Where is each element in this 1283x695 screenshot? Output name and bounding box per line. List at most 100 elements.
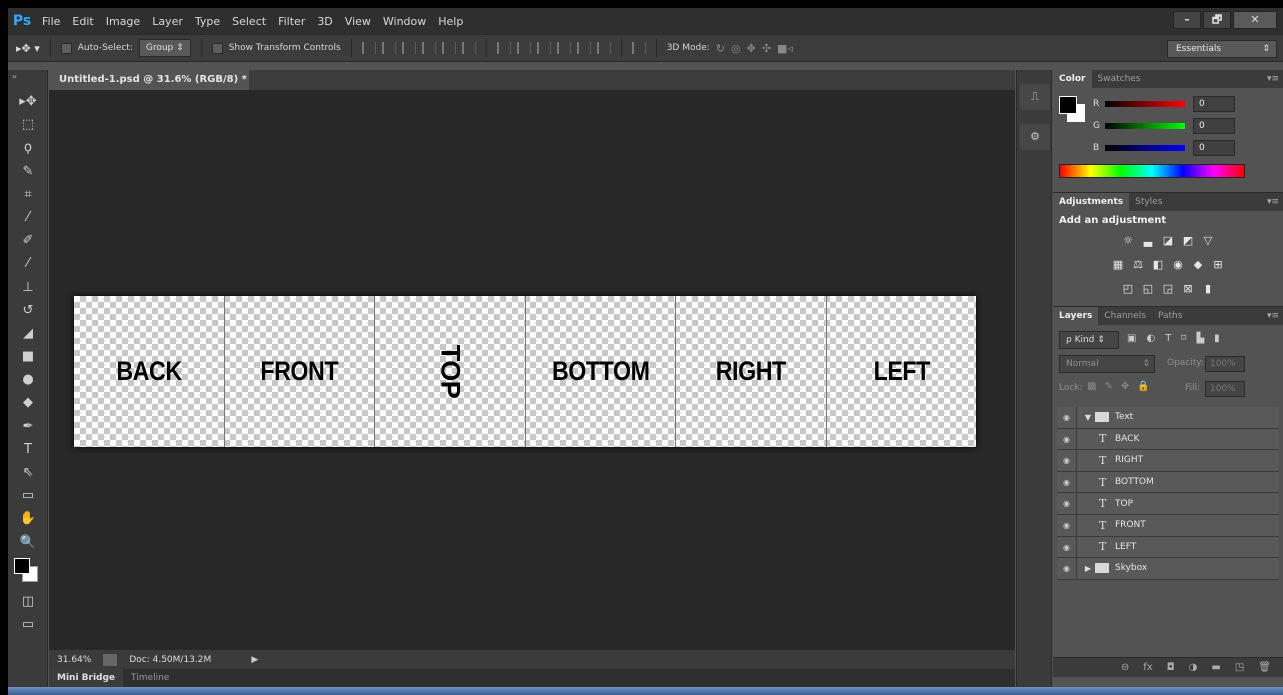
auto-select-dropdown[interactable]: Group ⇕ [138, 39, 191, 57]
layer-row[interactable]: ◉ T RIGHT [1057, 450, 1279, 472]
add-mask-icon[interactable]: ◘ [1167, 662, 1175, 673]
black-white-icon[interactable]: ◧ [1151, 259, 1165, 271]
menu-select[interactable]: Select [226, 15, 272, 28]
menu-file[interactable]: File [36, 15, 66, 28]
hue-saturation-icon[interactable]: ▦ [1111, 259, 1125, 271]
slider-value-field[interactable]: 0 [1193, 140, 1235, 156]
threshold-icon[interactable]: ◲ [1161, 283, 1175, 295]
filter-pixel-icon[interactable]: ▣ [1127, 333, 1136, 344]
vibrance-icon[interactable]: ▽ [1201, 235, 1215, 247]
workspace-dropdown[interactable]: Essentials ⇕ [1167, 40, 1277, 58]
foreground-color-swatch[interactable] [14, 557, 30, 574]
panel-menu-icon[interactable]: ▾≡ [1267, 197, 1279, 207]
lock-position-icon[interactable]: ✥ [1121, 381, 1129, 392]
minimize-button[interactable]: – [1173, 11, 1201, 29]
distribute-top-icon[interactable] [496, 42, 511, 54]
menu-edit[interactable]: Edit [66, 15, 99, 28]
pen-icon[interactable]: ✒ [8, 415, 48, 438]
distribute-vcenter-icon[interactable] [516, 42, 531, 54]
close-button[interactable]: ✕ [1233, 11, 1277, 29]
menu-filter[interactable]: Filter [272, 15, 311, 28]
rectangle-tool-icon[interactable]: ▭ [8, 484, 48, 507]
3d-scale-icon[interactable]: ■◃ [777, 42, 793, 55]
color-swatches[interactable] [8, 554, 48, 590]
layer-row[interactable]: ◉ T TOP [1057, 493, 1279, 515]
blur-icon[interactable]: ● [8, 368, 48, 391]
slider-value-field[interactable]: 0 [1193, 96, 1235, 112]
distribute-left-icon[interactable] [556, 42, 571, 54]
visibility-eye-icon[interactable]: ◉ [1057, 428, 1077, 450]
tab-color[interactable]: Color [1053, 70, 1092, 88]
align-vcenter-icon[interactable] [381, 42, 396, 54]
tab-mini-bridge[interactable]: Mini Bridge [49, 669, 124, 687]
distribute-hcenter-icon[interactable] [576, 42, 591, 54]
fill-field[interactable]: 100% [1205, 381, 1245, 397]
tab-swatches[interactable]: Swatches [1092, 70, 1147, 88]
layer-row[interactable]: ◉ T BACK [1057, 428, 1279, 451]
path-select-icon[interactable]: ⇖ [8, 461, 48, 484]
blend-mode-dropdown[interactable]: Normal ⇕ [1059, 355, 1155, 373]
exposure-icon[interactable]: ◩ [1181, 235, 1195, 247]
properties-panel-icon[interactable]: ⚙ [1020, 124, 1050, 150]
panel-menu-icon[interactable]: ▾≡ [1267, 311, 1279, 321]
quick-mask-icon[interactable]: ◫ [8, 590, 48, 613]
layer-row[interactable]: ◉ ▶ Skybox [1057, 558, 1279, 580]
filter-type-icon[interactable]: T [1165, 333, 1171, 344]
3d-pan-icon[interactable]: ✥ [747, 42, 756, 55]
color-foreground-swatch[interactable] [1059, 96, 1077, 114]
distribute-right-icon[interactable] [596, 42, 611, 54]
restore-button[interactable]: 🗗 [1203, 11, 1231, 29]
marquee-icon[interactable]: ⬚ [8, 113, 48, 136]
curves-icon[interactable]: ◪ [1161, 235, 1175, 247]
visibility-eye-icon[interactable]: ◉ [1057, 493, 1077, 514]
visibility-eye-icon[interactable]: ◉ [1057, 514, 1077, 536]
move-tool-icon[interactable]: ▸✥ ▾ [16, 42, 40, 55]
disclosure-closed-icon[interactable]: ▶ [1081, 564, 1095, 573]
brush-icon[interactable]: ⁄ [8, 252, 48, 275]
filter-smart-icon[interactable]: ▙ [1196, 333, 1204, 344]
align-hcenter-icon[interactable] [441, 42, 456, 54]
tab-timeline[interactable]: Timeline [123, 669, 177, 687]
move-tool-icon[interactable]: ▸✥ [8, 90, 48, 113]
adjustment-layer-icon[interactable]: ◑ [1189, 662, 1198, 673]
screen-mode-icon[interactable]: ▭ [8, 613, 48, 636]
menu-3d[interactable]: 3D [311, 15, 338, 28]
status-menu-arrow-icon[interactable]: ▶ [251, 655, 258, 665]
menu-layer[interactable]: Layer [146, 15, 189, 28]
align-right-icon[interactable] [461, 42, 476, 54]
align-left-icon[interactable] [421, 42, 436, 54]
filter-shape-icon[interactable]: ⌑ [1181, 333, 1186, 344]
layer-kind-filter[interactable]: ρ Kind ⇕ [1059, 331, 1119, 349]
link-layers-icon[interactable]: ⊖ [1121, 662, 1129, 673]
menu-window[interactable]: Window [377, 15, 432, 28]
color-balance-icon[interactable]: ⚖ [1131, 259, 1145, 271]
eraser-icon[interactable]: ◢ [8, 322, 48, 345]
align-bottom-icon[interactable] [401, 42, 416, 54]
visibility-eye-icon[interactable]: ◉ [1057, 536, 1077, 558]
menu-help[interactable]: Help [432, 15, 469, 28]
auto-align-icon[interactable] [631, 42, 646, 54]
slider-track[interactable] [1105, 145, 1185, 151]
visibility-eye-icon[interactable]: ◉ [1057, 558, 1077, 579]
3d-slide-icon[interactable]: ✣ [762, 42, 771, 55]
gradient-map-icon[interactable]: ▮ [1201, 283, 1215, 295]
distribute-bottom-icon[interactable] [536, 42, 551, 54]
menu-type[interactable]: Type [189, 15, 226, 28]
tab-styles[interactable]: Styles [1129, 193, 1168, 211]
visibility-eye-icon[interactable]: ◉ [1057, 407, 1077, 428]
crop-icon[interactable]: ⌗ [8, 183, 48, 206]
disclosure-open-icon[interactable]: ▼ [1081, 413, 1095, 422]
3d-rotate-icon[interactable]: ↻ [716, 42, 725, 55]
show-transform-checkbox[interactable] [211, 42, 223, 54]
canvas-area[interactable]: BACK FRONT TOP BOTTOM RIGHT LEFT [49, 90, 1015, 649]
layer-row[interactable]: ◉ T FRONT [1057, 514, 1279, 537]
color-lookup-icon[interactable]: ⊞ [1211, 259, 1225, 271]
tab-layers[interactable]: Layers [1053, 307, 1099, 325]
history-brush-icon[interactable]: ↺ [8, 299, 48, 322]
tab-paths[interactable]: Paths [1152, 307, 1188, 325]
lasso-icon[interactable]: ϙ [8, 136, 48, 159]
auto-select-checkbox[interactable] [60, 42, 72, 54]
hand-icon[interactable]: ✋ [8, 507, 48, 530]
align-top-icon[interactable] [361, 42, 376, 54]
filter-toggle-icon[interactable]: ▮ [1214, 333, 1220, 344]
